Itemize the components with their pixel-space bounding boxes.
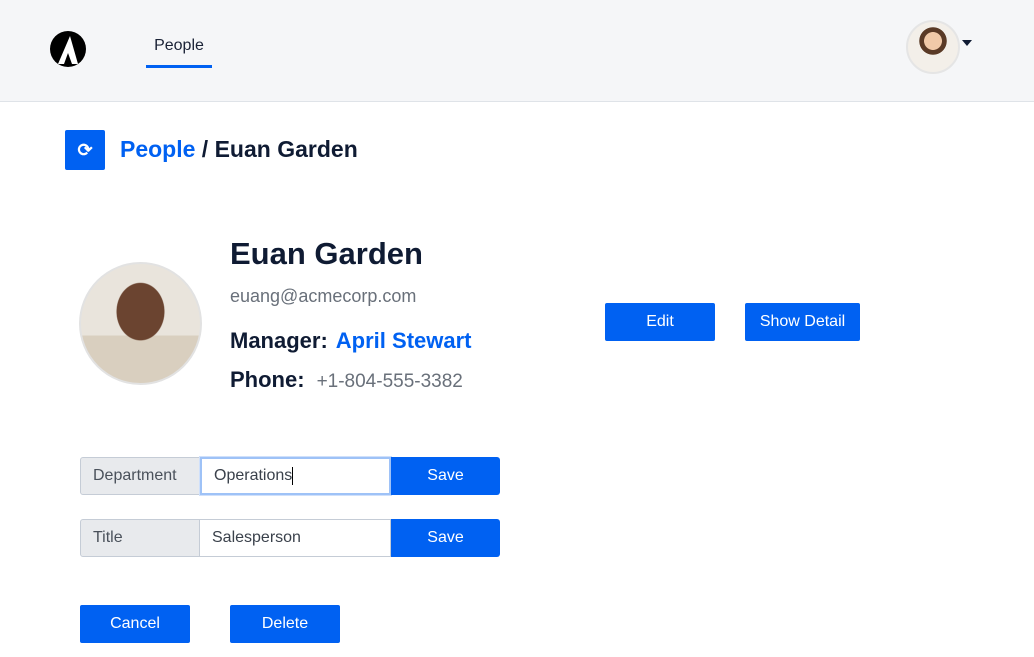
delete-button[interactable]: Delete (230, 605, 340, 643)
logo-icon[interactable] (50, 30, 86, 68)
edit-button[interactable]: Edit (605, 303, 715, 341)
manager-label: Manager: (230, 328, 328, 353)
refresh-icon: ⟳ (77, 139, 93, 160)
text-cursor (292, 467, 294, 485)
title-input[interactable]: Salesperson (200, 519, 391, 557)
save-department-button[interactable]: Save (391, 457, 500, 495)
refresh-button[interactable]: ⟳ (65, 130, 105, 170)
department-value: Operations (214, 467, 293, 484)
department-field-group: Department Operations Save (80, 457, 500, 495)
phone-row: Phone: +1-804-555-3382 (230, 367, 463, 393)
profile-photo (79, 262, 202, 385)
phone-label: Phone: (230, 367, 305, 392)
top-navbar: People (0, 0, 1034, 102)
user-avatar[interactable] (906, 20, 960, 74)
profile-email: euang@acmecorp.com (230, 286, 417, 306)
save-title-button[interactable]: Save (391, 519, 500, 557)
cancel-button[interactable]: Cancel (80, 605, 190, 643)
breadcrumb-separator: / (195, 136, 215, 162)
profile-name: Euan Garden (230, 236, 423, 271)
chevron-down-icon[interactable] (962, 40, 972, 46)
breadcrumb: People / Euan Garden (120, 136, 358, 163)
phone-value: +1-804-555-3382 (316, 371, 463, 392)
breadcrumb-current: Euan Garden (214, 136, 358, 162)
department-label: Department (80, 457, 200, 495)
manager-row: Manager: April Stewart (230, 328, 472, 354)
title-field-group: Title Salesperson Save (80, 519, 500, 557)
nav-tab-people[interactable]: People (146, 35, 212, 68)
title-label: Title (80, 519, 200, 557)
manager-link[interactable]: April Stewart (336, 328, 472, 353)
show-detail-button[interactable]: Show Detail (745, 303, 860, 341)
department-input[interactable]: Operations (200, 457, 391, 495)
breadcrumb-people-link[interactable]: People (120, 136, 195, 162)
